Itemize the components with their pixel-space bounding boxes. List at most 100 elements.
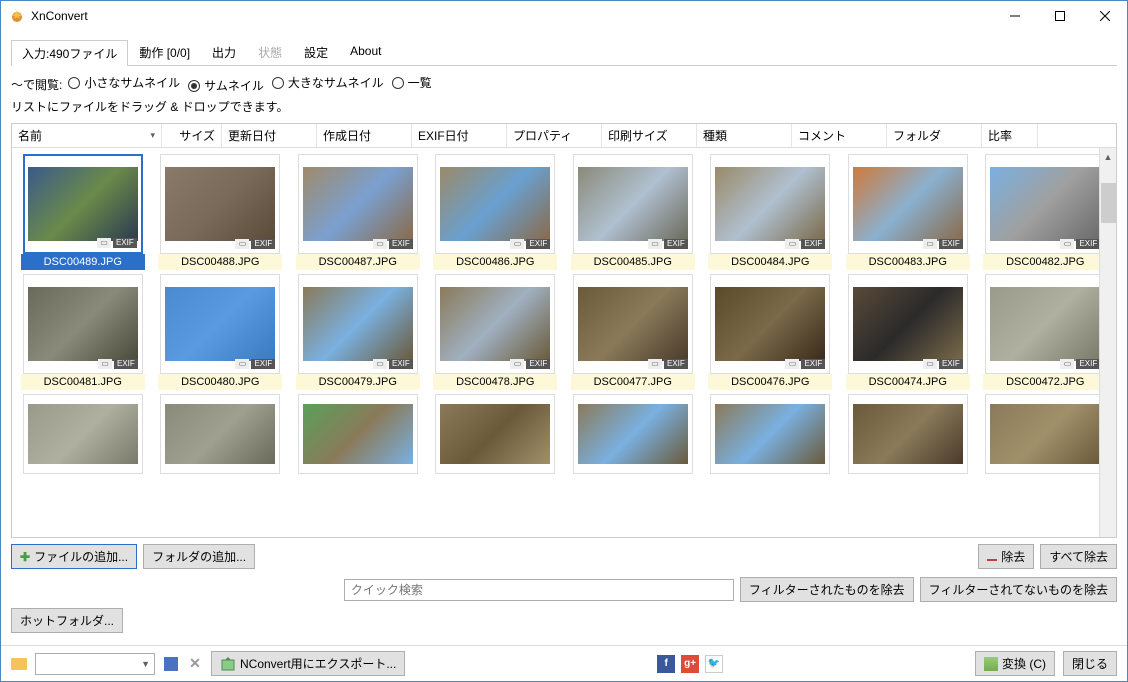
app-icon bbox=[9, 8, 25, 24]
thumbnail-image bbox=[165, 167, 275, 241]
thumbnail-filename: DSC00487.JPG bbox=[296, 254, 420, 270]
thumbnail-image bbox=[990, 287, 1100, 361]
column-header-4[interactable]: EXIF日付 bbox=[412, 124, 507, 147]
open-folder-icon[interactable] bbox=[11, 656, 27, 672]
thumbnail-item[interactable]: ▭EXIFDSC00481.JPG bbox=[14, 272, 152, 392]
add-files-button[interactable]: ✚ファイルの追加... bbox=[11, 544, 137, 569]
thumbnail-filename: DSC00488.JPG bbox=[158, 254, 282, 270]
close-button[interactable] bbox=[1082, 2, 1127, 31]
vertical-scrollbar[interactable]: ▲ bbox=[1099, 148, 1116, 537]
thumbnail-image bbox=[715, 287, 825, 361]
thumbnail-item[interactable]: ▭EXIFDSC00489.JPG bbox=[14, 152, 152, 272]
remove-button[interactable]: 除去 bbox=[978, 544, 1034, 569]
column-header-0[interactable]: 名前▾ bbox=[12, 124, 162, 147]
thumbnail-item[interactable]: ▭EXIFDSC00486.JPG bbox=[427, 152, 565, 272]
thumbnail-item[interactable]: ▭EXIFDSC00477.JPG bbox=[564, 272, 702, 392]
radio-icon bbox=[68, 77, 80, 89]
image-badge-icon: ▭ bbox=[1060, 359, 1074, 369]
radio-icon bbox=[392, 77, 404, 89]
tab-0[interactable]: 入力:490ファイル bbox=[11, 40, 128, 66]
exif-badge: EXIF bbox=[251, 239, 275, 249]
add-folder-button[interactable]: フォルダの追加... bbox=[143, 544, 255, 569]
thumbnail-item[interactable] bbox=[152, 392, 290, 476]
column-header-2[interactable]: 更新日付 bbox=[222, 124, 317, 147]
hot-folder-button[interactable]: ホットフォルダ... bbox=[11, 608, 123, 633]
column-header-5[interactable]: プロパティ bbox=[507, 124, 602, 147]
exif-badge: EXIF bbox=[664, 359, 688, 369]
thumbnail-item[interactable]: ▭EXIFDSC00476.JPG bbox=[702, 272, 840, 392]
thumbnail-item[interactable] bbox=[14, 392, 152, 476]
view-label: ～で閲覧: bbox=[11, 76, 62, 93]
column-header-8[interactable]: コメント bbox=[792, 124, 887, 147]
image-badge-icon: ▭ bbox=[923, 239, 937, 249]
remove-not-filtered-button[interactable]: フィルターされてないものを除去 bbox=[920, 577, 1117, 602]
view-option-1[interactable]: サムネイル bbox=[188, 77, 264, 94]
thumbnail-item[interactable]: ▭EXIFDSC00488.JPG bbox=[152, 152, 290, 272]
thumbnail-item[interactable] bbox=[427, 392, 565, 476]
preset-combo[interactable]: ▼ bbox=[35, 653, 155, 675]
exif-badge: EXIF bbox=[114, 359, 138, 369]
thumbnail-filename: DSC00483.JPG bbox=[846, 254, 970, 270]
save-icon[interactable] bbox=[163, 656, 179, 672]
thumbnail-image bbox=[990, 404, 1100, 464]
view-option-0[interactable]: 小さなサムネイル bbox=[68, 74, 180, 91]
googleplus-icon[interactable]: g+ bbox=[681, 655, 699, 673]
thumbnail-item[interactable]: ▭EXIFDSC00472.JPG bbox=[977, 272, 1115, 392]
exif-badge: EXIF bbox=[1076, 359, 1100, 369]
thumbnail-item[interactable] bbox=[289, 392, 427, 476]
thumbnail-item[interactable]: ▭EXIFDSC00478.JPG bbox=[427, 272, 565, 392]
column-header-10[interactable]: 比率 bbox=[982, 124, 1038, 147]
thumbnail-filename: DSC00477.JPG bbox=[571, 374, 695, 390]
tab-4[interactable]: 設定 bbox=[293, 39, 339, 65]
exif-badge: EXIF bbox=[1076, 239, 1100, 249]
sort-icon: ▾ bbox=[150, 130, 155, 141]
thumbnail-filename: DSC00484.JPG bbox=[708, 254, 832, 270]
radio-icon bbox=[272, 77, 284, 89]
minimize-button[interactable] bbox=[992, 2, 1037, 31]
column-header-3[interactable]: 作成日付 bbox=[317, 124, 412, 147]
tab-1[interactable]: 動作 [0/0] bbox=[128, 39, 201, 65]
column-header-9[interactable]: フォルダ bbox=[887, 124, 982, 147]
thumbnail-item[interactable]: ▭EXIFDSC00485.JPG bbox=[564, 152, 702, 272]
thumbnail-item[interactable]: ▭EXIFDSC00482.JPG bbox=[977, 152, 1115, 272]
thumbnail-filename: DSC00474.JPG bbox=[846, 374, 970, 390]
quick-search-input[interactable] bbox=[344, 579, 734, 601]
thumbnail-item[interactable]: ▭EXIFDSC00474.JPG bbox=[839, 272, 977, 392]
thumbnail-item[interactable]: ▭EXIFDSC00480.JPG bbox=[152, 272, 290, 392]
exif-badge: EXIF bbox=[251, 359, 275, 369]
thumbnail-item[interactable]: ▭EXIFDSC00484.JPG bbox=[702, 152, 840, 272]
convert-button[interactable]: 変換 (C) bbox=[975, 651, 1055, 676]
thumbnail-item[interactable] bbox=[702, 392, 840, 476]
remove-all-button[interactable]: すべて除去 bbox=[1040, 544, 1117, 569]
thumbnail-image bbox=[28, 167, 138, 241]
scroll-up-icon[interactable]: ▲ bbox=[1100, 148, 1116, 165]
thumbnail-item[interactable] bbox=[977, 392, 1115, 476]
delete-icon[interactable]: ✕ bbox=[187, 656, 203, 672]
column-header-1[interactable]: サイズ bbox=[162, 124, 222, 147]
thumbnail-filename: DSC00479.JPG bbox=[296, 374, 420, 390]
twitter-icon[interactable]: 🐦 bbox=[705, 655, 723, 673]
facebook-icon[interactable]: f bbox=[657, 655, 675, 673]
remove-filtered-button[interactable]: フィルターされたものを除去 bbox=[740, 577, 914, 602]
thumbnail-image bbox=[578, 287, 688, 361]
column-header-6[interactable]: 印刷サイズ bbox=[602, 124, 697, 147]
view-option-2[interactable]: 大きなサムネイル bbox=[272, 74, 384, 91]
export-nconvert-button[interactable]: NConvert用にエクスポート... bbox=[211, 651, 405, 676]
tab-5[interactable]: About bbox=[339, 39, 392, 65]
tab-2[interactable]: 出力 bbox=[201, 39, 247, 65]
thumbnail-item[interactable] bbox=[564, 392, 702, 476]
close-app-button[interactable]: 閉じる bbox=[1063, 651, 1117, 676]
column-header-7[interactable]: 種類 bbox=[697, 124, 792, 147]
image-badge-icon: ▭ bbox=[373, 359, 387, 369]
maximize-button[interactable] bbox=[1037, 2, 1082, 31]
thumbnail-item[interactable]: ▭EXIFDSC00479.JPG bbox=[289, 272, 427, 392]
scroll-thumb[interactable] bbox=[1101, 183, 1116, 223]
thumbnail-image bbox=[165, 287, 275, 361]
thumbnail-item[interactable]: ▭EXIFDSC00487.JPG bbox=[289, 152, 427, 272]
thumbnail-image bbox=[853, 167, 963, 241]
view-option-3[interactable]: 一覧 bbox=[392, 74, 432, 91]
window-title: XnConvert bbox=[31, 9, 992, 23]
thumbnail-image bbox=[440, 404, 550, 464]
thumbnail-item[interactable]: ▭EXIFDSC00483.JPG bbox=[839, 152, 977, 272]
thumbnail-item[interactable] bbox=[839, 392, 977, 476]
